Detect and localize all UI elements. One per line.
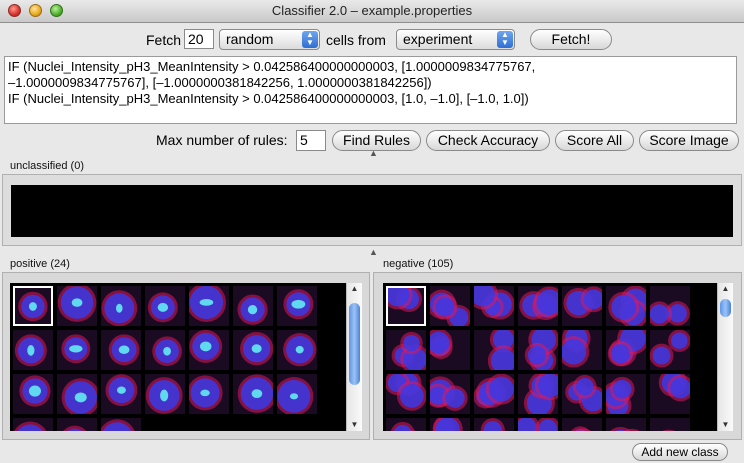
cell-thumbnail[interactable]	[606, 330, 646, 370]
negative-scrollbar[interactable]: ▲ ▼	[717, 283, 733, 431]
cell-thumbnail[interactable]	[57, 374, 97, 414]
window-title: Classifier 2.0 – example.properties	[271, 3, 473, 18]
cell-thumbnail[interactable]	[518, 286, 558, 326]
positive-bin[interactable]: ▲ ▼	[2, 272, 370, 440]
cell-thumbnail[interactable]	[430, 330, 470, 370]
scroll-up-icon[interactable]: ▲	[718, 283, 733, 295]
cell-thumbnail[interactable]	[474, 286, 514, 326]
cell-thumbnail[interactable]	[233, 330, 273, 370]
fetch-button[interactable]: Fetch!	[530, 29, 612, 50]
cell-thumbnail[interactable]	[606, 374, 646, 414]
cell-thumbnail[interactable]	[606, 286, 646, 326]
negative-tile-grid[interactable]	[383, 283, 717, 431]
negative-bin-label: negative (105)	[383, 258, 454, 270]
fetch-method-value: random	[226, 31, 274, 47]
cell-thumbnail[interactable]	[650, 374, 690, 414]
cell-thumbnail[interactable]	[277, 374, 317, 414]
cell-thumbnail[interactable]	[145, 286, 185, 326]
cell-thumbnail[interactable]	[277, 286, 317, 326]
splitter-handle-icon[interactable]: ▲	[369, 247, 378, 257]
unclassified-bin-label: unclassified (0)	[10, 160, 84, 172]
max-rules-label: Max number of rules:	[156, 132, 288, 148]
scroll-down-icon[interactable]: ▼	[718, 419, 733, 431]
cell-thumbnail[interactable]	[474, 418, 514, 431]
cell-thumbnail[interactable]	[13, 418, 53, 431]
fetch-count-input[interactable]: 20	[184, 29, 214, 49]
updown-arrows-icon: ▲ ▼	[302, 31, 318, 48]
negative-scrollbar-thumb[interactable]	[720, 299, 731, 317]
score-all-button[interactable]: Score All	[555, 130, 634, 151]
unclassified-bin[interactable]	[2, 174, 742, 246]
cell-thumbnail[interactable]	[606, 418, 646, 431]
cell-thumbnail[interactable]	[650, 330, 690, 370]
add-new-class-button[interactable]: Add new class	[632, 443, 728, 461]
cell-thumbnail[interactable]	[474, 330, 514, 370]
cell-thumbnail[interactable]	[189, 286, 229, 326]
cell-thumbnail[interactable]	[57, 330, 97, 370]
score-image-button[interactable]: Score Image	[639, 130, 739, 151]
rules-text-area[interactable]: IF (Nuclei_Intensity_pH3_MeanIntensity >…	[4, 56, 737, 124]
cell-thumbnail[interactable]	[13, 374, 53, 414]
cell-thumbnail[interactable]	[189, 330, 229, 370]
fetch-label: Fetch	[146, 32, 182, 48]
cell-thumbnail[interactable]	[189, 374, 229, 414]
cell-thumbnail[interactable]	[101, 330, 141, 370]
splitter-handle-icon[interactable]: ▲	[369, 148, 378, 158]
positive-scrollbar-thumb[interactable]	[349, 303, 360, 385]
positive-scrollbar[interactable]: ▲ ▼	[346, 283, 362, 431]
cell-thumbnail[interactable]	[430, 374, 470, 414]
cell-thumbnail[interactable]	[562, 330, 602, 370]
unclassified-tile-area[interactable]	[11, 185, 733, 237]
cell-thumbnail[interactable]	[145, 330, 185, 370]
cell-thumbnail[interactable]	[145, 374, 185, 414]
cell-thumbnail[interactable]	[386, 286, 426, 326]
cell-thumbnail[interactable]	[233, 286, 273, 326]
positive-bin-label: positive (24)	[10, 258, 70, 270]
cell-thumbnail[interactable]	[386, 330, 426, 370]
cell-thumbnail[interactable]	[562, 418, 602, 431]
cell-thumbnail[interactable]	[101, 374, 141, 414]
cell-thumbnail[interactable]	[101, 286, 141, 326]
cell-thumbnail[interactable]	[562, 286, 602, 326]
negative-bin[interactable]: ▲ ▼	[373, 272, 742, 440]
max-rules-input[interactable]: 5	[296, 130, 326, 151]
cell-thumbnail[interactable]	[101, 418, 141, 431]
updown-arrows-icon: ▲ ▼	[497, 31, 513, 48]
cell-thumbnail[interactable]	[650, 286, 690, 326]
cell-thumbnail[interactable]	[277, 330, 317, 370]
cell-thumbnail[interactable]	[518, 374, 558, 414]
cell-thumbnail[interactable]	[518, 330, 558, 370]
cell-thumbnail[interactable]	[518, 418, 558, 431]
scroll-up-icon[interactable]: ▲	[347, 283, 362, 295]
fetch-source-value: experiment	[403, 31, 473, 47]
fetch-method-select[interactable]: random ▲ ▼	[219, 29, 320, 50]
cell-thumbnail[interactable]	[474, 374, 514, 414]
title-bar: Classifier 2.0 – example.properties	[0, 0, 744, 23]
positive-tile-grid[interactable]	[10, 283, 346, 431]
cell-thumbnail[interactable]	[386, 374, 426, 414]
cell-thumbnail[interactable]	[233, 374, 273, 414]
cell-thumbnail[interactable]	[57, 286, 97, 326]
cell-thumbnail[interactable]	[13, 330, 53, 370]
cell-thumbnail[interactable]	[430, 418, 470, 431]
cell-thumbnail[interactable]	[57, 418, 97, 431]
cell-thumbnail[interactable]	[430, 286, 470, 326]
fetch-source-select[interactable]: experiment ▲ ▼	[396, 29, 515, 50]
cells-from-label: cells from	[326, 32, 386, 48]
cell-thumbnail[interactable]	[650, 418, 690, 431]
cell-thumbnail[interactable]	[562, 374, 602, 414]
cell-thumbnail[interactable]	[13, 286, 53, 326]
cell-thumbnail[interactable]	[386, 418, 426, 431]
scroll-down-icon[interactable]: ▼	[347, 419, 362, 431]
check-accuracy-button[interactable]: Check Accuracy	[426, 130, 550, 151]
